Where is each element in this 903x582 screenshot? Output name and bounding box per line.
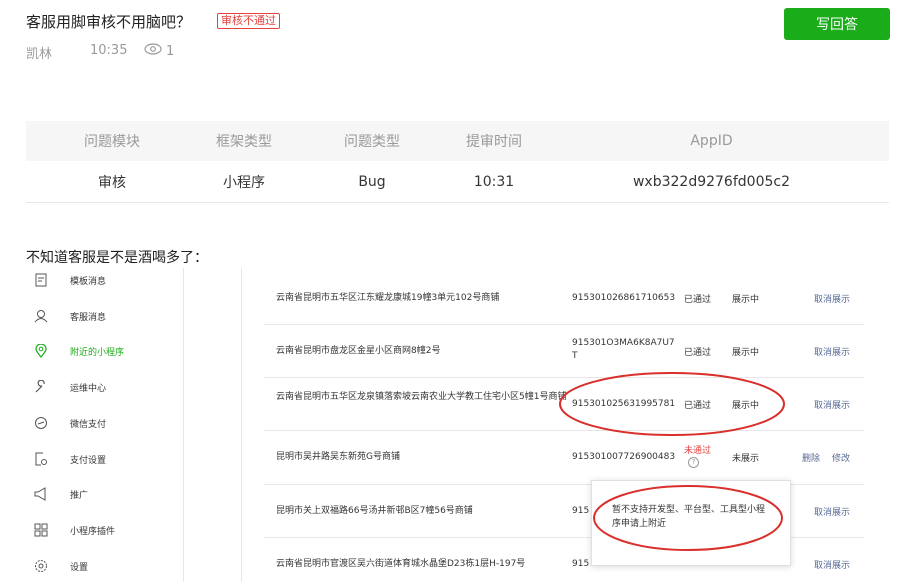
row-address: 昆明市吴井路吴东新苑G号商铺 (276, 452, 400, 462)
sidebar-label: 微信支付 (70, 419, 107, 430)
user-icon (34, 309, 48, 323)
post-time: 10:35 (90, 43, 128, 58)
header-module: 问题模块 (84, 134, 140, 150)
row-edit: 修改 (831, 454, 850, 464)
cell-submit-time: 10:31 (473, 173, 515, 190)
pay-icon (34, 416, 48, 430)
gear-icon (34, 559, 48, 573)
row-cancel-display: 取消展示 (813, 348, 850, 358)
row-address: 云南省昆明市五华区江东耀龙康城19幢3单元102号商铺 (276, 293, 500, 303)
header-submit-time: 提审时间 (466, 134, 522, 150)
row-address: 云南省昆明市五华区龙泉镇落索坡云南农业大学教工住宅小区5幢1号商铺 (276, 392, 567, 402)
row-status: 已通过 (684, 401, 712, 411)
row-display: 展示中 (732, 401, 760, 411)
doc-settings-icon (34, 452, 48, 466)
cell-framework: 小程序 (223, 174, 265, 191)
row-status: 已通过 (684, 295, 712, 305)
not-supported-tooltip: 暂不支持开发型、平台型、工具型小程序申请上附近 (591, 480, 791, 566)
header-issue-type: 问题类型 (344, 134, 400, 150)
template-icon (34, 273, 48, 287)
plugin-icon (34, 523, 48, 537)
cell-appid: wxb322d9276fd005c2 (632, 173, 790, 190)
sidebar-item-pay-settings: 支付设置 (34, 449, 106, 469)
sidebar-item-nearby-miniprogram: 附近的小程序 (34, 341, 124, 361)
question-info-table: 问题模块 框架类型 问题类型 提审时间 AppID 审核 小程序 Bug 10:… (26, 121, 889, 203)
sidebar-label: 客服消息 (70, 312, 107, 323)
table-row: 昆明市吴井路吴东新苑G号商铺 915301007726900483 未通过 ? … (264, 431, 864, 485)
sidebar-item-wechat-pay: 微信支付 (34, 413, 106, 433)
row-reg-number: 915301025631995781 (572, 399, 676, 409)
sidebar-item-settings: 设置 (34, 556, 88, 576)
row-cancel-display: 取消展示 (813, 561, 850, 571)
sidebar-label: 小程序插件 (70, 526, 116, 537)
row-cancel-display: 取消展示 (813, 295, 850, 305)
row-display: 展示中 (732, 295, 760, 305)
row-delete: 删除 (801, 454, 820, 464)
screenshot-sidebar: 模板消息 客服消息 附近的小程序 运维中心 微信支付 支付设置 推广 小程序插件… (26, 268, 184, 582)
view-count: 1 (144, 43, 174, 59)
screenshot-divider-column (184, 268, 242, 582)
row-address: 云南省昆明市官渡区吴六街道体育城水晶堡D23栋1层H-197号 (276, 559, 526, 569)
sidebar-item-template-message: 模板消息 (34, 270, 106, 290)
author-name[interactable]: 凯林 (26, 43, 52, 62)
info-table-header: 问题模块 框架类型 问题类型 提审时间 AppID (26, 121, 889, 161)
sidebar-label: 附近的小程序 (70, 347, 125, 358)
cell-module: 审核 (98, 174, 126, 191)
row-reg-number: 915301026861710653 (572, 293, 676, 303)
row-address: 昆明市关上双福路66号汤井新邨B区7幢56号商铺 (276, 506, 473, 516)
help-icon: ? (688, 457, 699, 468)
question-body-text: 不知道客服是不是酒喝多了： (26, 250, 208, 266)
row-status: 已通过 (684, 348, 712, 358)
sidebar-item-plugins: 小程序插件 (34, 520, 115, 540)
view-count-value: 1 (166, 43, 175, 59)
write-answer-button[interactable]: 写回答 (784, 8, 890, 40)
row-reg-number: 915301007726900483 (572, 452, 676, 462)
eye-icon (144, 43, 162, 59)
sidebar-item-customer-service: 客服消息 (34, 306, 106, 326)
info-table-row: 审核 小程序 Bug 10:31 wxb322d9276fd005c2 (26, 161, 889, 203)
sidebar-label: 支付设置 (70, 455, 107, 466)
row-address: 云南省昆明市盘龙区金星小区商网8幢2号 (276, 346, 441, 356)
table-row: 云南省昆明市盘龙区金星小区商网8幢2号 915301O3MA6K8A7U7T 已… (264, 325, 864, 378)
row-display: 未展示 (732, 454, 760, 464)
status-badge: 审核不通过 (217, 13, 280, 29)
row-cancel-display: 取消展示 (813, 508, 850, 518)
location-icon (34, 344, 48, 358)
wrench-icon (34, 380, 48, 394)
sidebar-item-ops-center: 运维中心 (34, 377, 106, 397)
sidebar-item-promotion: 推广 (34, 484, 88, 504)
cell-issue-type: Bug (358, 173, 386, 190)
table-row: 云南省昆明市五华区江东耀龙康城19幢3单元102号商铺 915301026861… (264, 268, 864, 325)
table-row: 云南省昆明市五华区龙泉镇落索坡云南农业大学教工住宅小区5幢1号商铺 915301… (264, 378, 864, 431)
row-cancel-display: 取消展示 (813, 401, 850, 411)
row-status-failed: 未通过 (684, 446, 712, 456)
header-framework: 框架类型 (216, 134, 272, 150)
sidebar-label: 运维中心 (70, 383, 107, 394)
embedded-screenshot: 模板消息 客服消息 附近的小程序 运维中心 微信支付 支付设置 推广 小程序插件… (26, 268, 892, 582)
header-appid: AppID (690, 133, 733, 149)
sidebar-label: 设置 (70, 562, 89, 573)
question-title: 客服用脚审核不用脑吧？ (26, 13, 192, 31)
sidebar-label: 推广 (70, 490, 89, 501)
row-reg-number: 915301O3MA6K8A7U7T (572, 338, 675, 361)
megaphone-icon (34, 487, 48, 501)
row-display: 展示中 (732, 348, 760, 358)
sidebar-label: 模板消息 (70, 276, 107, 287)
